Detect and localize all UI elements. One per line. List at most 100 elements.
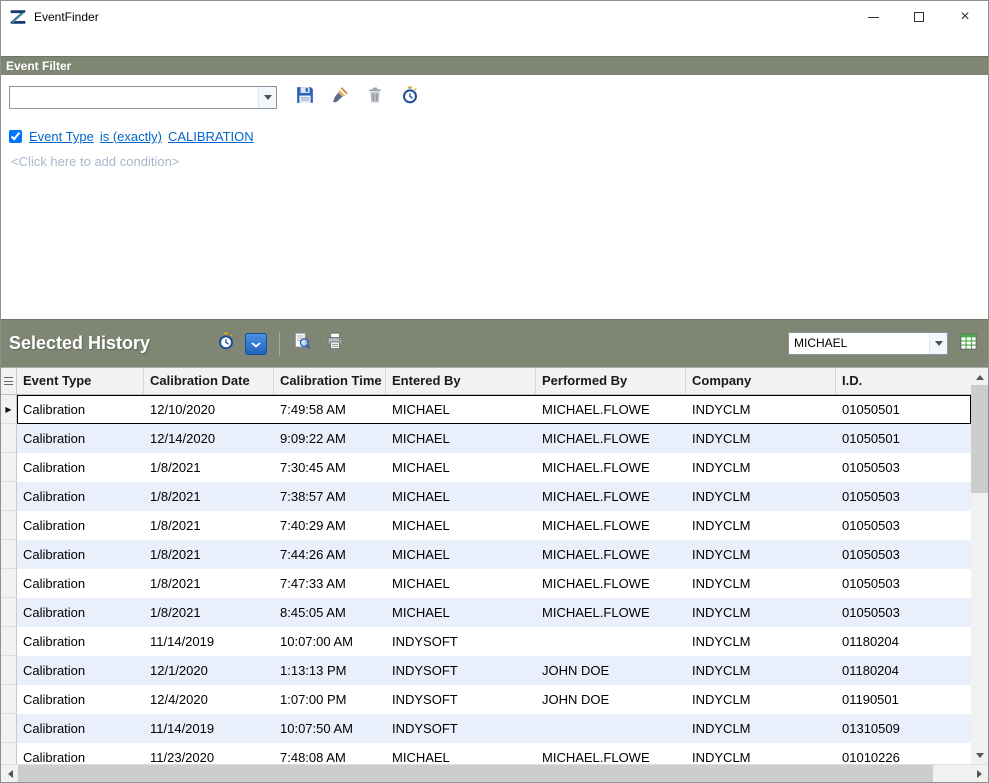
row-selector[interactable] xyxy=(1,569,17,598)
grid-cell[interactable]: 01180204 xyxy=(836,656,971,685)
grid-cell[interactable]: Calibration xyxy=(17,743,144,764)
grid-cell[interactable]: 1:07:00 PM xyxy=(274,685,386,714)
history-options-dropdown-button[interactable] xyxy=(245,333,267,355)
grid-cell[interactable]: MICHAEL xyxy=(386,743,536,764)
table-row[interactable]: Calibration1/8/20217:40:29 AMMICHAELMICH… xyxy=(1,511,971,540)
grid-cell[interactable]: 01050503 xyxy=(836,482,971,511)
grid-cell[interactable]: 7:30:45 AM xyxy=(274,453,386,482)
grid-cell[interactable]: MICHAEL.FLOWE xyxy=(536,743,686,764)
filter-combo-dropdown-icon[interactable] xyxy=(258,87,276,108)
grid-cell[interactable]: INDYSOFT xyxy=(386,714,536,743)
column-header-company[interactable]: Company xyxy=(686,368,836,394)
grid-cell[interactable]: 7:49:58 AM xyxy=(274,395,386,424)
table-row[interactable]: Calibration11/14/201910:07:50 AMINDYSOFT… xyxy=(1,714,971,743)
column-header-entered-by[interactable]: Entered By xyxy=(386,368,536,394)
grid-cell[interactable]: 7:40:29 AM xyxy=(274,511,386,540)
minimize-button[interactable] xyxy=(850,1,896,33)
delete-filter-button[interactable] xyxy=(361,84,388,111)
grid-cell[interactable]: 1/8/2021 xyxy=(144,569,274,598)
grid-cell[interactable]: 1/8/2021 xyxy=(144,511,274,540)
close-button[interactable]: × xyxy=(942,1,988,33)
vertical-scroll-thumb[interactable] xyxy=(971,385,988,493)
filter-combobox[interactable] xyxy=(9,86,277,109)
grid-cell[interactable]: MICHAEL.FLOWE xyxy=(536,453,686,482)
grid-cell[interactable]: 7:47:33 AM xyxy=(274,569,386,598)
grid-cell[interactable]: 1:13:13 PM xyxy=(274,656,386,685)
grid-cell[interactable]: 12/1/2020 xyxy=(144,656,274,685)
column-header-calibration-date[interactable]: Calibration Date xyxy=(144,368,274,394)
table-row[interactable]: Calibration12/1/20201:13:13 PMINDYSOFTJO… xyxy=(1,656,971,685)
grid-cell[interactable]: 01050503 xyxy=(836,453,971,482)
grid-cell[interactable]: Calibration xyxy=(17,482,144,511)
grid-cell[interactable]: 01180204 xyxy=(836,627,971,656)
grid-cell[interactable]: 1/8/2021 xyxy=(144,482,274,511)
grid-cell[interactable]: MICHAEL xyxy=(386,540,536,569)
vertical-scrollbar[interactable] xyxy=(971,368,988,764)
table-row[interactable]: Calibration11/14/201910:07:00 AMINDYSOFT… xyxy=(1,627,971,656)
row-selector[interactable] xyxy=(1,511,17,540)
grid-cell[interactable]: INDYCLM xyxy=(686,598,836,627)
grid-cell[interactable]: INDYSOFT xyxy=(386,627,536,656)
grid-cell[interactable]: INDYCLM xyxy=(686,685,836,714)
row-selector[interactable] xyxy=(1,743,17,764)
grid-cell[interactable]: INDYCLM xyxy=(686,424,836,453)
table-row[interactable]: Calibration11/23/20207:48:08 AMMICHAELMI… xyxy=(1,743,971,764)
grid-cell[interactable]: MICHAEL xyxy=(386,424,536,453)
grid-cell[interactable]: 01050501 xyxy=(836,424,971,453)
grid-cell[interactable]: 1/8/2021 xyxy=(144,540,274,569)
table-row[interactable]: Calibration1/8/20217:38:57 AMMICHAELMICH… xyxy=(1,482,971,511)
grid-cell[interactable]: Calibration xyxy=(17,511,144,540)
column-header-i-d[interactable]: I.D. xyxy=(836,368,971,394)
grid-cell[interactable]: 7:44:26 AM xyxy=(274,540,386,569)
grid-cell[interactable]: INDYCLM xyxy=(686,743,836,764)
grid-cell[interactable]: Calibration xyxy=(17,395,144,424)
row-selector[interactable] xyxy=(1,598,17,627)
grid-cell[interactable]: INDYCLM xyxy=(686,540,836,569)
grid-cell[interactable]: Calibration xyxy=(17,424,144,453)
table-row[interactable]: Calibration1/8/20218:45:05 AMMICHAELMICH… xyxy=(1,598,971,627)
grid-cell[interactable]: MICHAEL xyxy=(386,569,536,598)
grid-cell[interactable]: 1/8/2021 xyxy=(144,453,274,482)
grid-cell[interactable]: MICHAEL xyxy=(386,482,536,511)
grid-cell[interactable]: 9:09:22 AM xyxy=(274,424,386,453)
grid-cell[interactable]: 8:45:05 AM xyxy=(274,598,386,627)
grid-cell[interactable]: MICHAEL.FLOWE xyxy=(536,569,686,598)
user-filter-combobox[interactable]: MICHAEL xyxy=(788,332,948,355)
grid-cell[interactable]: INDYCLM xyxy=(686,511,836,540)
table-row[interactable]: Calibration1/8/20217:47:33 AMMICHAELMICH… xyxy=(1,569,971,598)
row-selector[interactable] xyxy=(1,453,17,482)
scroll-up-arrow[interactable] xyxy=(971,368,988,385)
horizontal-scroll-thumb[interactable] xyxy=(18,765,933,782)
grid-cell[interactable]: Calibration xyxy=(17,540,144,569)
grid-cell[interactable]: JOHN DOE xyxy=(536,656,686,685)
condition-field-link[interactable]: Event Type xyxy=(29,129,94,144)
grid-cell[interactable]: JOHN DOE xyxy=(536,685,686,714)
grid-cell[interactable]: MICHAEL xyxy=(386,511,536,540)
column-chooser-button[interactable] xyxy=(1,368,17,394)
grid-cell[interactable]: 01190501 xyxy=(836,685,971,714)
grid-cell[interactable]: INDYCLM xyxy=(686,714,836,743)
row-selector[interactable] xyxy=(1,656,17,685)
grid-cell[interactable]: 10:07:00 AM xyxy=(274,627,386,656)
grid-cell[interactable]: Calibration xyxy=(17,714,144,743)
grid-cell[interactable]: INDYCLM xyxy=(686,627,836,656)
grid-cell[interactable] xyxy=(536,627,686,656)
grid-cell[interactable]: Calibration xyxy=(17,569,144,598)
grid-cell[interactable] xyxy=(536,714,686,743)
grid-cell[interactable]: MICHAEL.FLOWE xyxy=(536,511,686,540)
grid-cell[interactable]: Calibration xyxy=(17,685,144,714)
grid-cell[interactable]: INDYCLM xyxy=(686,395,836,424)
row-selector[interactable] xyxy=(1,685,17,714)
grid-cell[interactable]: INDYSOFT xyxy=(386,685,536,714)
grid-cell[interactable]: INDYCLM xyxy=(686,482,836,511)
grid-cell[interactable]: 1/8/2021 xyxy=(144,598,274,627)
grid-cell[interactable]: INDYCLM xyxy=(686,569,836,598)
column-header-performed-by[interactable]: Performed By xyxy=(536,368,686,394)
grid-cell[interactable]: MICHAEL.FLOWE xyxy=(536,482,686,511)
grid-cell[interactable]: Calibration xyxy=(17,453,144,482)
run-filter-button[interactable] xyxy=(396,84,423,111)
grid-cell[interactable]: MICHAEL xyxy=(386,598,536,627)
grid-cell[interactable]: INDYCLM xyxy=(686,453,836,482)
current-row-indicator[interactable]: ▶ xyxy=(1,395,17,424)
grid-cell[interactable]: 11/14/2019 xyxy=(144,627,274,656)
